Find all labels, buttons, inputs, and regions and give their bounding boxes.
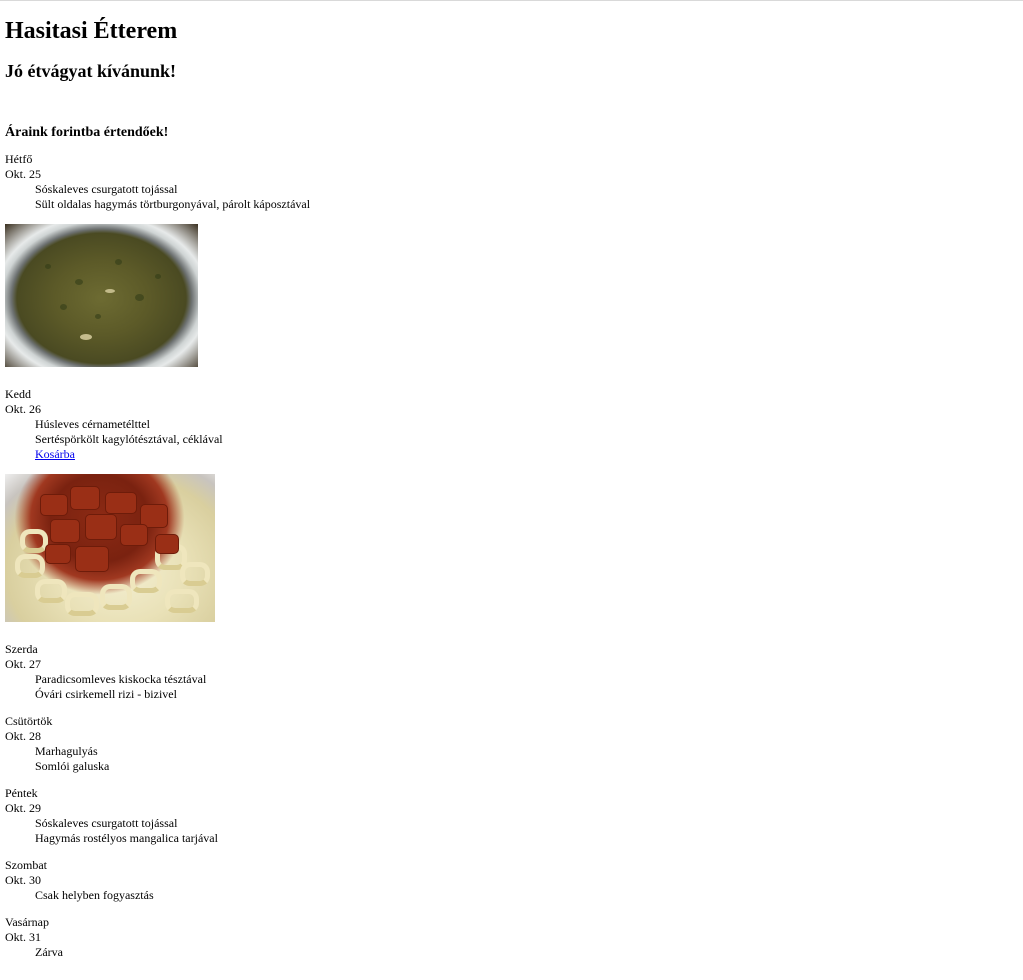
day-name: Péntek xyxy=(5,786,38,800)
price-note: Áraink forintba értendőek! xyxy=(5,125,169,140)
dish-main: Sült oldalas hagymás törtburgonyával, pá… xyxy=(35,197,311,211)
day-name: Szombat xyxy=(5,858,47,872)
day-saturday: Szombat Okt. 30 Csak helyben fogyasztás xyxy=(5,858,1015,903)
restaurant-title: Hasitasi Étterem xyxy=(5,18,178,44)
dish-main: Hagymás rostélyos mangalica tarjával xyxy=(35,831,218,845)
dish-main: Óvári csirkemell rizi - bizivel xyxy=(35,687,177,701)
day-name: Vasárnap xyxy=(5,915,49,929)
day-sunday: Vasárnap Okt. 31 Zárva xyxy=(5,915,1015,960)
day-monday: Hétfő Okt. 25 Sóskaleves csurgatott tojá… xyxy=(5,152,1015,367)
dish-note: Zárva xyxy=(35,945,63,959)
day-date: Okt. 26 xyxy=(5,402,41,416)
day-date: Okt. 28 xyxy=(5,729,41,743)
day-thursday: Csütörtök Okt. 28 Marhagulyás Somlói gal… xyxy=(5,714,1015,774)
day-name: Csütörtök xyxy=(5,714,53,728)
greeting-subtitle: Jó étvágyat kívánunk! xyxy=(5,61,177,81)
dish-main: Somlói galuska xyxy=(35,759,110,773)
day-date: Okt. 27 xyxy=(5,657,41,671)
day-date: Okt. 31 xyxy=(5,930,41,944)
day-tuesday: Kedd Okt. 26 Húsleves cérnametélttel Ser… xyxy=(5,387,1015,622)
add-to-cart-link[interactable]: Kosárba xyxy=(5,447,1015,462)
dish-note: Csak helyben fogyasztás xyxy=(35,888,154,902)
dish-soup: Sóskaleves csurgatott tojással xyxy=(35,182,178,196)
dish-soup: Sóskaleves csurgatott tojással xyxy=(35,816,178,830)
sorrel-soup-photo xyxy=(5,224,198,367)
pork-stew-pasta-photo xyxy=(5,474,215,622)
dish-soup: Marhagulyás xyxy=(35,744,98,758)
page-content: Hasitasi Étterem Jó étvágyat kívánunk! Á… xyxy=(5,16,1015,972)
day-friday: Péntek Okt. 29 Sóskaleves csurgatott toj… xyxy=(5,786,1015,846)
top-border xyxy=(0,0,1023,1)
day-name: Szerda xyxy=(5,642,38,656)
day-date: Okt. 30 xyxy=(5,873,41,887)
day-name: Kedd xyxy=(5,387,31,401)
dish-main: Sertéspörkölt kagylótésztával, céklával xyxy=(35,432,223,446)
dish-soup: Húsleves cérnametélttel xyxy=(35,417,150,431)
day-date: Okt. 25 xyxy=(5,167,41,181)
dish-soup: Paradicsomleves kiskocka tésztával xyxy=(35,672,207,686)
day-date: Okt. 29 xyxy=(5,801,41,815)
day-name: Hétfő xyxy=(5,152,33,166)
day-wednesday: Szerda Okt. 27 Paradicsomleves kiskocka … xyxy=(5,642,1015,702)
